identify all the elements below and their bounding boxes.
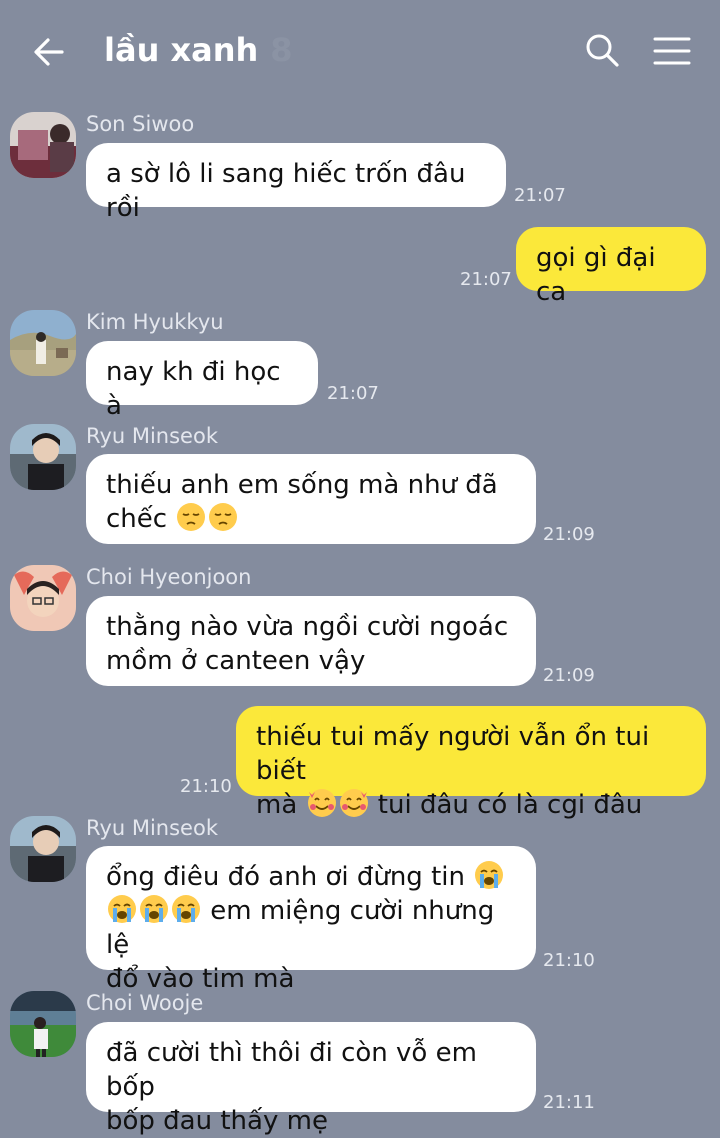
sender-name: Ryu Minseok — [86, 424, 218, 448]
menu-icon[interactable] — [650, 32, 694, 70]
message-bubble[interactable]: nay kh đi học à — [86, 341, 318, 421]
message-time: 21:09 — [543, 524, 595, 545]
chat-header: lầu xanh 8 — [0, 0, 720, 100]
pensive-face-emoji — [208, 502, 238, 532]
smiling-hearts-emoji — [307, 788, 337, 818]
message-text: tui đâu có là cgi đâu — [377, 790, 643, 820]
message-bubble[interactable]: thằng nào vừa ngồi cười ngoác mồm ở cant… — [86, 596, 536, 686]
crying-face-emoji — [474, 860, 504, 890]
avatar[interactable] — [10, 565, 76, 631]
message-bubble[interactable]: thiếu anh em sống mà như đã chếc — [86, 454, 536, 544]
message-text: chếc — [106, 504, 168, 534]
message-time: 21:10 — [180, 776, 232, 797]
chat-name: lầu xanh — [104, 31, 259, 69]
message-time: 21:10 — [543, 950, 595, 971]
chat-title[interactable]: lầu xanh 8 — [104, 28, 293, 72]
search-icon[interactable] — [582, 30, 622, 70]
crying-face-emoji — [107, 894, 137, 924]
message-time: 21:11 — [543, 1092, 595, 1113]
message-time: 21:07 — [460, 269, 512, 290]
avatar[interactable] — [10, 991, 76, 1057]
avatar[interactable] — [10, 112, 76, 178]
sender-name: Choi Hyeonjoon — [86, 565, 252, 589]
message-bubble[interactable]: ổng điêu đó anh ơi đừng tin em miệng cườ… — [86, 846, 536, 994]
sender-name: Kim Hyukkyu — [86, 310, 224, 334]
sender-name: Choi Wooje — [86, 991, 204, 1015]
message-text: bốp đau thấy mẹ — [106, 1106, 328, 1136]
smiling-hearts-emoji — [339, 788, 369, 818]
message-text: a sờ lô li sang hiếc trốn đâu rồi — [106, 159, 466, 223]
message-text: đã cười thì thôi đi còn vỗ em bốp — [106, 1038, 477, 1102]
sender-name: Son Siwoo — [86, 112, 195, 136]
message-text: thiếu tui mấy người vẫn ổn tui biết — [256, 722, 650, 786]
crying-face-emoji — [139, 894, 169, 924]
avatar[interactable] — [10, 310, 76, 376]
back-arrow-icon[interactable] — [28, 32, 72, 72]
message-text: ổng điêu đó anh ơi đừng tin — [106, 862, 465, 892]
member-count: 8 — [270, 31, 293, 69]
avatar[interactable] — [10, 424, 76, 490]
message-text: gọi gì đại ca — [536, 243, 656, 307]
sender-name: Ryu Minseok — [86, 816, 218, 840]
crying-face-emoji — [171, 894, 201, 924]
message-time: 21:07 — [327, 383, 379, 404]
message-bubble[interactable]: đã cười thì thôi đi còn vỗ em bốp bốp đa… — [86, 1022, 536, 1136]
message-text: mồm ở canteen vậy — [106, 646, 366, 676]
message-text: mà — [256, 790, 298, 820]
my-message-bubble[interactable]: gọi gì đại ca — [516, 227, 706, 307]
message-bubble[interactable]: a sờ lô li sang hiếc trốn đâu rồi — [86, 143, 506, 223]
message-text: nay kh đi học à — [106, 357, 281, 421]
message-text: thằng nào vừa ngồi cười ngoác — [106, 612, 509, 642]
avatar[interactable] — [10, 816, 76, 882]
message-text: thiếu anh em sống mà như đã — [106, 470, 498, 500]
pensive-face-emoji — [176, 502, 206, 532]
my-message-bubble[interactable]: thiếu tui mấy người vẫn ổn tui biết mà t… — [236, 706, 706, 820]
message-time: 21:09 — [543, 665, 595, 686]
message-time: 21:07 — [514, 185, 566, 206]
